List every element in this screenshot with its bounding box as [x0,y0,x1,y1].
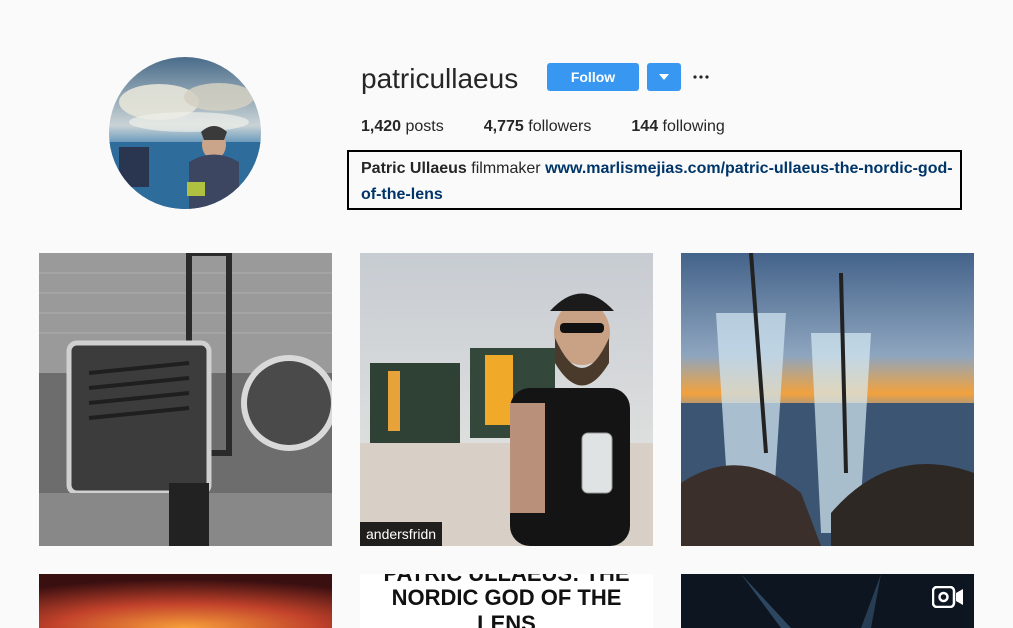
followers-count: 4,775 [483,118,524,135]
post-text-line: NORDIC GOD OF THE [391,585,622,610]
post-image-equipment [39,253,332,546]
posts-stat: 1,420 posts [361,117,444,137]
post-text-line: LENS [477,611,536,628]
post-tile[interactable]: PATRIC ULLAEUS: THE NORDIC GOD OF THE LE… [360,574,653,628]
avatar[interactable] [109,57,261,209]
profile-stats: 1,420 posts 4,775 followers 144 followin… [361,117,725,137]
following-label: following [662,118,725,135]
full-name: Patric Ullaeus [361,160,467,177]
suggestions-dropdown-button[interactable] [647,63,681,91]
followers-stat[interactable]: 4,775 followers [484,117,592,137]
bio-description: filmmaker [471,160,541,177]
post-image-glow [39,574,332,628]
post-tile[interactable] [39,574,332,628]
more-options-button[interactable] [690,66,712,88]
profile-username: patricullaeus [361,63,519,94]
posts-label: posts [405,118,444,135]
post-tile[interactable] [681,574,974,628]
post-tag-overlay: andersfridn [360,522,443,546]
followers-label: followers [528,118,592,135]
post-image-stage [681,574,974,628]
post-image-bearded-man [360,253,653,546]
post-tile[interactable] [681,253,974,546]
post-image-drinks-sunset [681,253,974,546]
follow-button[interactable]: Follow [547,63,639,91]
following-stat[interactable]: 144 following [631,117,724,137]
posts-count: 1,420 [361,118,402,135]
ellipsis-icon [693,75,709,79]
profile-bio: Patric Ullaeus filmmaker www.marlismejia… [347,150,962,210]
post-tile[interactable]: andersfridn [360,253,653,546]
following-count: 144 [631,118,659,135]
post-tile[interactable] [39,253,332,546]
caret-down-icon [659,74,669,80]
video-camera-icon [932,586,963,608]
